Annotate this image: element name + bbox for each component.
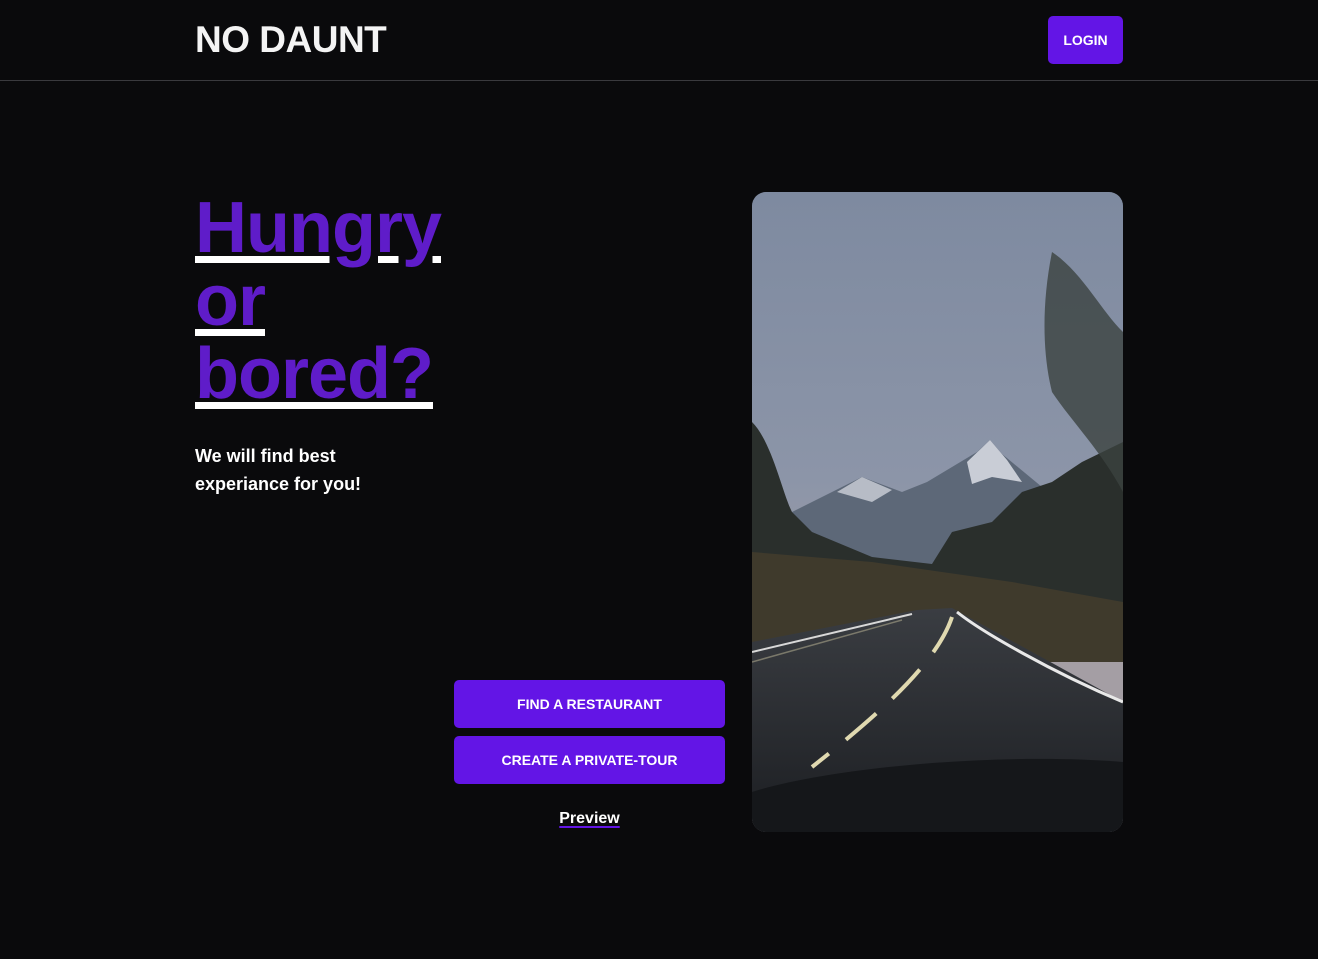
preview-link-container: Preview [454,810,725,828]
site-logo[interactable]: NO DAUNT [195,20,387,60]
create-private-tour-button[interactable]: CREATE A PRIVATE-TOUR [454,736,725,784]
hero-title-line-2: or [195,261,266,341]
road-mountain-scene [752,192,1123,832]
hero-title-line-1: Hungry [195,188,442,268]
top-nav: NO DAUNT LOGIN [0,0,1318,81]
hero-title: Hungry or bored? [195,188,442,414]
hero-subtitle: We will find best experiance for you! [195,446,362,494]
hero-video[interactable] [752,192,1123,832]
find-restaurant-button[interactable]: FIND A RESTAURANT [454,680,725,728]
preview-link[interactable]: Preview [559,810,619,827]
login-button[interactable]: LOGIN [1048,16,1123,64]
hero-title-line-3: bored? [195,334,434,414]
